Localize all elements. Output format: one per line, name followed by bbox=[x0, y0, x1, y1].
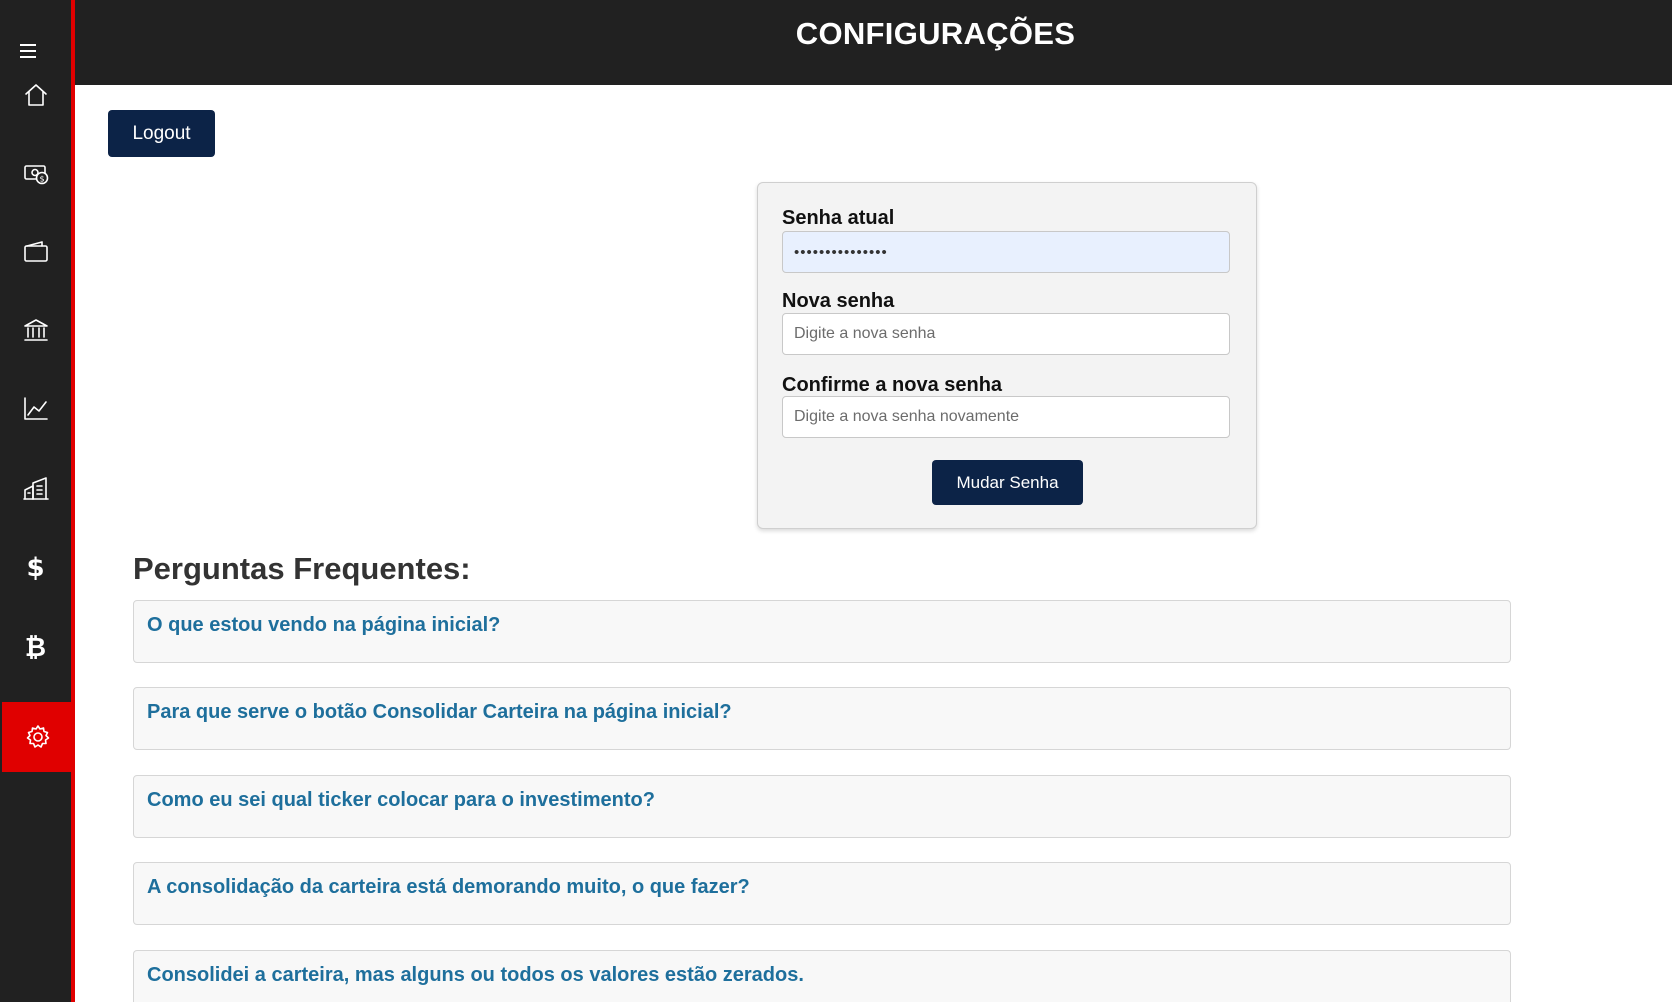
faq-item[interactable]: O que estou vendo na página inicial? bbox=[133, 600, 1511, 663]
confirm-password-label: Confirme a nova senha bbox=[782, 374, 1003, 396]
sidebar-item-settings[interactable] bbox=[2, 702, 73, 772]
faq-question[interactable]: Para que serve o botão Consolidar Cartei… bbox=[147, 701, 732, 724]
sidebar-item-bitcoin[interactable]: ₿ bbox=[0, 612, 71, 682]
faq-question[interactable]: A consolidação da carteira está demorand… bbox=[147, 876, 750, 899]
sidebar-accent-border bbox=[71, 0, 75, 1002]
page-title: CONFIGURAÇÕES bbox=[795, 16, 1076, 51]
new-password-input[interactable] bbox=[782, 313, 1230, 355]
hamburger-icon bbox=[20, 44, 36, 58]
change-password-card: Senha atual Nova senha Confirme a nova s… bbox=[757, 182, 1257, 529]
top-header: CONFIGURAÇÕES bbox=[75, 0, 1672, 85]
sidebar-item-buildings[interactable] bbox=[0, 454, 71, 524]
faq-item[interactable]: Para que serve o botão Consolidar Cartei… bbox=[133, 687, 1511, 750]
home-icon bbox=[24, 84, 47, 106]
faq-question[interactable]: O que estou vendo na página inicial? bbox=[147, 614, 500, 637]
svg-text:$: $ bbox=[39, 175, 44, 184]
bitcoin-icon: ₿ bbox=[24, 632, 47, 663]
sidebar-item-cash[interactable]: $ bbox=[0, 138, 71, 208]
sidebar: $ $ ₿ bbox=[0, 0, 73, 1002]
faq-item[interactable]: Como eu sei qual ticker colocar para o i… bbox=[133, 775, 1511, 838]
sidebar-item-home[interactable] bbox=[0, 60, 71, 130]
faq-item[interactable]: A consolidação da carteira está demorand… bbox=[133, 862, 1511, 925]
money-icon: $ bbox=[23, 165, 48, 185]
faq-question[interactable]: Como eu sei qual ticker colocar para o i… bbox=[147, 789, 655, 812]
wallet-icon bbox=[23, 241, 48, 262]
gear-icon bbox=[26, 725, 49, 748]
sidebar-item-dollar[interactable]: $ bbox=[0, 533, 71, 603]
current-password-label: Senha atual bbox=[782, 207, 895, 229]
confirm-password-input[interactable] bbox=[782, 396, 1230, 438]
buildings-icon bbox=[22, 477, 49, 500]
faq-question[interactable]: Consolidei a carteira, mas alguns ou tod… bbox=[147, 964, 804, 987]
line-chart-icon bbox=[23, 397, 48, 420]
sidebar-item-wallet[interactable] bbox=[0, 217, 71, 287]
sidebar-item-bank[interactable] bbox=[0, 295, 71, 365]
faq-title: Perguntas Frequentes: bbox=[133, 551, 471, 586]
current-password-input[interactable] bbox=[782, 231, 1230, 273]
change-password-button[interactable]: Mudar Senha bbox=[932, 460, 1083, 505]
dollar-icon: $ bbox=[26, 553, 45, 583]
bank-icon bbox=[23, 319, 48, 341]
logout-button[interactable]: Logout bbox=[108, 110, 215, 157]
new-password-label: Nova senha bbox=[782, 290, 895, 312]
faq-item[interactable]: Consolidei a carteira, mas alguns ou tod… bbox=[133, 950, 1511, 1002]
sidebar-item-chart[interactable] bbox=[0, 374, 71, 444]
